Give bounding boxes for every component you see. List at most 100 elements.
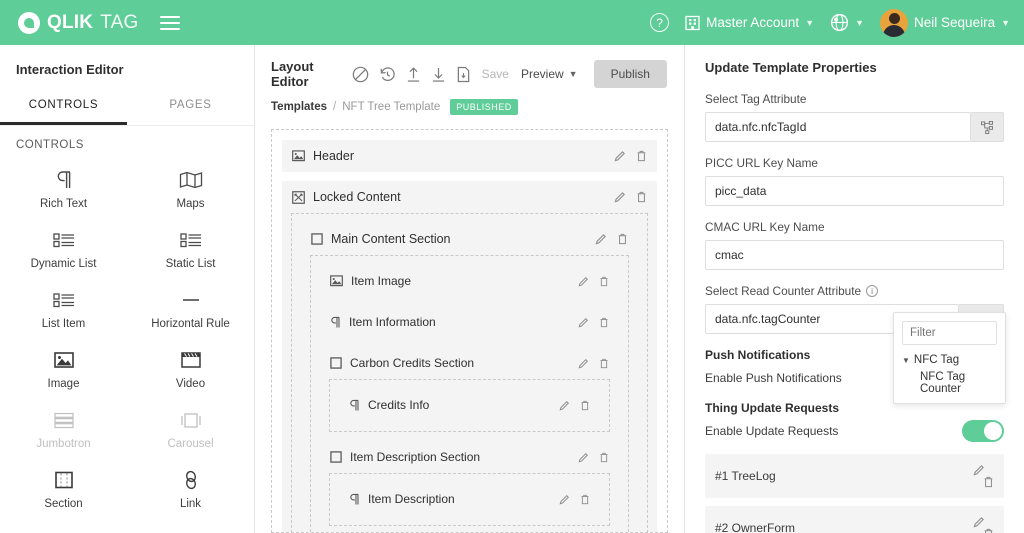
cmac-url-key-name-input[interactable] (705, 240, 1004, 270)
language-selector[interactable]: ▼ (830, 13, 864, 32)
drop-zone-main-content-section[interactable]: Item Image Item Information Carbon Credi… (310, 255, 629, 532)
horizontal-rule-icon (180, 289, 202, 311)
control-carousel[interactable]: Carousel (127, 399, 254, 457)
control-horizontal-rule[interactable]: Horizontal Rule (127, 279, 254, 337)
controls-grid: Rich Text Maps Dynamic List Static List … (0, 159, 254, 533)
trash-icon[interactable] (983, 476, 994, 488)
tree-node-label: Credits Info (368, 398, 430, 412)
history-revert-icon[interactable] (379, 66, 396, 83)
list-icon (52, 229, 75, 251)
update-request-row[interactable]: #1 TreeLog (705, 454, 1004, 498)
tree-node-label: Item Information (349, 315, 436, 329)
control-label: Video (175, 378, 206, 390)
control-tab-item[interactable]: Tab Item (127, 519, 254, 533)
publish-button[interactable]: Publish (593, 60, 667, 88)
tree-node-locked-content[interactable]: Locked Content (282, 181, 657, 213)
pencil-icon[interactable] (973, 464, 994, 476)
tree-node-header[interactable]: Header (282, 140, 657, 172)
breadcrumb-templates[interactable]: Templates (271, 101, 327, 113)
pencil-icon[interactable] (595, 233, 607, 245)
drop-zone-root[interactable]: Header Locked Content Main Content Secti… (271, 129, 668, 533)
control-maps[interactable]: Maps (127, 159, 254, 217)
trash-icon[interactable] (599, 452, 609, 463)
trash-icon[interactable] (983, 528, 994, 533)
locked-content-icon (292, 190, 305, 204)
help-icon[interactable]: ? (650, 13, 670, 32)
tree-node-item-description[interactable]: Item Description (339, 483, 600, 515)
control-tabs[interactable]: Tabs (0, 519, 127, 533)
trash-icon[interactable] (636, 191, 647, 203)
control-label: Maps (176, 198, 205, 210)
enable-update-requests-row: Enable Update Requests (705, 420, 1004, 442)
main-body: Interaction Editor CONTROLS PAGES CONTRO… (0, 45, 1024, 533)
save-file-icon[interactable] (456, 66, 471, 83)
control-video[interactable]: Video (127, 339, 254, 397)
dropdown-item-nfc-tag-counter[interactable]: NFC Tag Counter (920, 371, 997, 395)
pencil-icon[interactable] (578, 452, 589, 463)
trash-icon[interactable] (636, 150, 647, 162)
trash-icon[interactable] (617, 233, 628, 245)
control-link[interactable]: Link (127, 459, 254, 517)
attribute-picker-icon[interactable] (971, 112, 1004, 142)
trash-icon[interactable] (599, 358, 609, 369)
pencil-icon[interactable] (578, 317, 589, 328)
field-select-tag-attribute (705, 112, 1004, 142)
jumbotron-icon (53, 409, 75, 431)
pencil-icon[interactable] (614, 191, 626, 203)
upload-icon[interactable] (406, 66, 421, 83)
pencil-icon[interactable] (614, 150, 626, 162)
controls-section-header: CONTROLS (16, 139, 84, 151)
no-entry-icon[interactable] (352, 66, 369, 83)
tree-node-item-description-section[interactable]: Item Description Section (320, 441, 619, 473)
pencil-icon[interactable] (578, 358, 589, 369)
update-request-row[interactable]: #2 OwnerForm (705, 506, 1004, 533)
tab-pages[interactable]: PAGES (127, 91, 254, 125)
drop-zone-item-description-section[interactable]: Item Description (329, 473, 610, 526)
control-rich-text[interactable]: Rich Text (0, 159, 127, 217)
tree-node-item-information[interactable]: Item Information (320, 306, 619, 338)
pencil-icon[interactable] (973, 516, 994, 528)
label-select-read-counter-attribute: Select Read Counter Attribute i (705, 284, 1004, 298)
select-tag-attribute-input[interactable] (705, 112, 971, 142)
trash-icon[interactable] (599, 276, 609, 287)
pencil-icon[interactable] (559, 400, 570, 411)
breadcrumb-separator: / (333, 101, 337, 113)
hamburger-menu-icon[interactable] (160, 15, 181, 30)
dropdown-filter-input[interactable] (902, 321, 997, 345)
control-static-list[interactable]: Static List (127, 219, 254, 277)
save-button[interactable]: Save (482, 67, 509, 81)
control-list-item[interactable]: List Item (0, 279, 127, 337)
app-logo[interactable]: QLIK TAG (18, 11, 139, 34)
tree-node-carbon-credits-section[interactable]: Carbon Credits Section (320, 347, 619, 379)
chevron-down-icon: ▼ (1001, 17, 1010, 28)
globe-icon (830, 13, 849, 32)
enable-update-requests-toggle[interactable] (962, 420, 1004, 442)
account-selector[interactable]: Master Account ▼ (685, 15, 814, 31)
trash-icon[interactable] (580, 494, 590, 505)
tree-node-main-content-section[interactable]: Main Content Section (301, 223, 638, 255)
tree-group-locked-content: Locked Content Main Content Section Item… (282, 181, 657, 532)
download-icon[interactable] (431, 66, 446, 83)
trash-icon[interactable] (599, 317, 609, 328)
pencil-icon[interactable] (559, 494, 570, 505)
control-jumbotron[interactable]: Jumbotron (0, 399, 127, 457)
picc-url-key-name-input[interactable] (705, 176, 1004, 206)
trash-icon[interactable] (580, 400, 590, 411)
tab-controls[interactable]: CONTROLS (0, 91, 127, 125)
brand-name-light: TAG (100, 11, 139, 33)
preview-dropdown[interactable]: Preview ▼ (521, 67, 578, 81)
drop-zone-carbon-credits-section[interactable]: Credits Info (329, 379, 610, 432)
dropdown-group-nfc-tag[interactable]: ▼ NFC Tag (902, 354, 997, 366)
info-icon[interactable]: i (866, 285, 879, 297)
tree-node-credits-info[interactable]: Credits Info (339, 389, 600, 421)
user-menu[interactable]: Neil Sequeira ▼ (880, 8, 1010, 37)
user-name-label: Neil Sequeira (914, 15, 996, 30)
row-actions (614, 191, 647, 203)
control-image[interactable]: Image (0, 339, 127, 397)
drop-zone-locked-content[interactable]: Main Content Section Item Image Item Inf… (291, 213, 648, 532)
tree-node-item-image[interactable]: Item Image (320, 265, 619, 297)
pencil-icon[interactable] (578, 276, 589, 287)
row-actions (595, 233, 628, 245)
control-section[interactable]: Section (0, 459, 127, 517)
control-dynamic-list[interactable]: Dynamic List (0, 219, 127, 277)
